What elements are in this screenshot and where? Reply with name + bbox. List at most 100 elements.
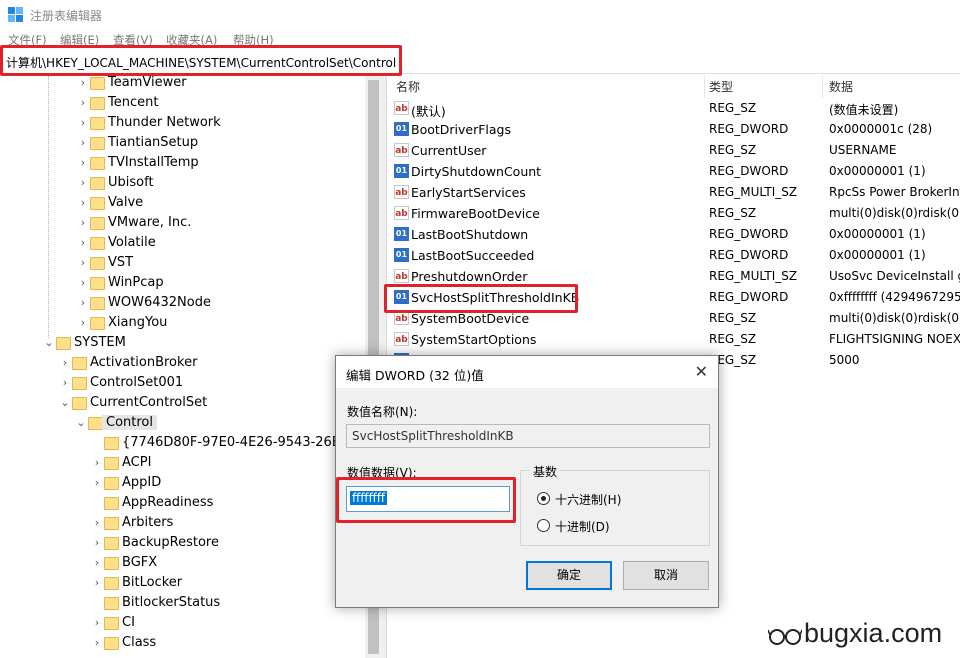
tree-item-label[interactable]: VMware, Inc. [108, 215, 191, 230]
tree-item-label[interactable]: Valve [108, 195, 143, 210]
tree-item-label[interactable]: VST [108, 255, 133, 270]
tree-item[interactable]: › TVInstallTemp [0, 154, 365, 174]
value-name[interactable]: SystemBootDevice [411, 311, 529, 326]
column-header-data[interactable]: 数据 [829, 78, 853, 95]
tree-item-label[interactable]: BitLocker [122, 575, 182, 590]
dialog-title-bar[interactable]: 编辑 DWORD (32 位)值 ✕ [336, 356, 718, 388]
tree-item[interactable]: › ControlSet001 [0, 374, 365, 394]
tree-item[interactable]: › Thunder Network [0, 114, 365, 134]
value-row[interactable]: ab EarlyStartServices REG_MULTI_SZ RpcSs Po… [388, 182, 960, 203]
tree-item-label[interactable]: AppReadiness [122, 495, 213, 510]
tree-item[interactable]: {7746D80F-97E0-4E26-9543-26B41FC [0, 434, 365, 454]
expand-chevron-icon[interactable]: › [78, 136, 88, 149]
tree-item[interactable]: › VST [0, 254, 365, 274]
expand-chevron-icon[interactable]: › [78, 316, 88, 329]
value-row[interactable]: ab CurrentUser REG_SZ USERNAME [388, 140, 960, 161]
expand-chevron-icon[interactable]: › [78, 196, 88, 209]
tree-item[interactable]: › AppID [0, 474, 365, 494]
column-header-name[interactable]: 名称 [396, 78, 420, 95]
collapse-chevron-icon[interactable]: ⌄ [76, 416, 86, 429]
value-row[interactable]: 01 DirtyShutdownCount REG_DWORD 0x00000001 … [388, 161, 960, 182]
tree-item-label[interactable]: TeamViewer [108, 76, 187, 90]
tree-item-label[interactable]: CI [122, 615, 135, 630]
cancel-button[interactable]: 取消 [623, 561, 709, 590]
radio-hex-label[interactable]: 十六进制(H) [555, 491, 621, 508]
tree-item-label[interactable]: WinPcap [108, 275, 164, 290]
tree-item-label[interactable]: Ubisoft [108, 175, 154, 190]
tree-item[interactable]: AppReadiness [0, 494, 365, 514]
tree-item[interactable]: › ActivationBroker [0, 354, 365, 374]
expand-chevron-icon[interactable]: › [78, 276, 88, 289]
value-row[interactable]: ab FirmwareBootDevice REG_SZ multi(0)disk(0… [388, 203, 960, 224]
tree-item[interactable]: ⌄ SYSTEM [0, 334, 365, 354]
expand-chevron-icon[interactable]: › [92, 536, 102, 549]
tree-item[interactable]: › Volatile [0, 234, 365, 254]
expand-chevron-icon[interactable]: › [92, 576, 102, 589]
tree-item-label[interactable]: {7746D80F-97E0-4E26-9543-26B41FC [122, 435, 365, 450]
tree-item[interactable]: › TeamViewer [0, 76, 365, 94]
tree-item[interactable]: › Tencent [0, 94, 365, 114]
value-name[interactable]: LastBootSucceeded [411, 248, 534, 263]
tree-item[interactable]: › BackupRestore [0, 534, 365, 554]
tree-item-label[interactable]: CurrentControlSet [90, 395, 207, 410]
tree-item-label[interactable]: BGFX [122, 555, 157, 570]
value-name[interactable]: LastBootShutdown [411, 227, 528, 242]
tree-item[interactable]: › Ubisoft [0, 174, 365, 194]
expand-chevron-icon[interactable]: › [78, 176, 88, 189]
expand-chevron-icon[interactable]: › [92, 616, 102, 629]
tree-item[interactable]: › VMware, Inc. [0, 214, 365, 234]
value-row[interactable]: 01 LastBootSucceeded REG_DWORD 0x00000001 (… [388, 245, 960, 266]
tree-item-label[interactable]: AppID [122, 475, 161, 490]
tree-item-label[interactable]: XiangYou [108, 315, 167, 330]
expand-chevron-icon[interactable]: › [78, 156, 88, 169]
value-row[interactable]: 01 LastBootShutdown REG_DWORD 0x00000001 (1… [388, 224, 960, 245]
expand-chevron-icon[interactable]: › [92, 476, 102, 489]
value-name[interactable]: EarlyStartServices [411, 185, 526, 200]
value-name[interactable]: SystemStartOptions [411, 332, 536, 347]
tree-item[interactable]: › ACPI [0, 454, 365, 474]
tree-item[interactable]: › WOW6432Node [0, 294, 365, 314]
tree-item-label[interactable]: Arbiters [122, 515, 173, 530]
tree-item-label[interactable]: Volatile [108, 235, 156, 250]
tree-item[interactable]: › XiangYou [0, 314, 365, 334]
tree-item-label[interactable]: Tencent [108, 95, 158, 110]
ok-button[interactable]: 确定 [526, 561, 612, 590]
radio-dec[interactable] [537, 519, 550, 532]
expand-chevron-icon[interactable]: › [60, 376, 70, 389]
tree-item[interactable]: › Valve [0, 194, 365, 214]
tree-item[interactable]: › TiantianSetup [0, 134, 365, 154]
tree-item[interactable]: › CI [0, 614, 365, 634]
column-header-type[interactable]: 类型 [709, 78, 733, 95]
value-name[interactable]: PreshutdownOrder [411, 269, 527, 284]
tree-item[interactable]: › BitLocker [0, 574, 365, 594]
tree-item[interactable]: ⌄ Control [0, 414, 365, 434]
expand-chevron-icon[interactable]: › [78, 256, 88, 269]
radio-dec-label[interactable]: 十进制(D) [555, 518, 610, 535]
tree-item-label[interactable]: ActivationBroker [90, 355, 197, 370]
expand-chevron-icon[interactable]: › [78, 76, 88, 89]
expand-chevron-icon[interactable]: › [78, 116, 88, 129]
value-name[interactable]: FirmwareBootDevice [411, 206, 540, 221]
tree-item-label[interactable]: ACPI [122, 455, 151, 470]
column-separator[interactable] [704, 76, 705, 98]
value-row[interactable]: ab SystemStartOptions REG_SZ FLIGHTSIGNING… [388, 329, 960, 350]
tree-item-label[interactable]: WOW6432Node [108, 295, 211, 310]
tree-item-label[interactable]: TVInstallTemp [108, 155, 199, 170]
radio-hex[interactable] [537, 492, 550, 505]
expand-chevron-icon[interactable]: › [78, 96, 88, 109]
expand-chevron-icon[interactable]: › [92, 456, 102, 469]
value-row[interactable]: 01 BootDriverFlags REG_DWORD 0x0000001c (28… [388, 119, 960, 140]
tree-item[interactable]: › BGFX [0, 554, 365, 574]
tree-item-label[interactable]: BackupRestore [122, 535, 219, 550]
value-name[interactable]: CurrentUser [411, 143, 486, 158]
value-name[interactable]: (默认) [411, 101, 446, 120]
value-name[interactable]: DirtyShutdownCount [411, 164, 541, 179]
collapse-chevron-icon[interactable]: ⌄ [60, 396, 70, 409]
tree-item-label[interactable]: Control [102, 415, 157, 430]
expand-chevron-icon[interactable]: › [92, 636, 102, 649]
column-separator[interactable] [822, 76, 823, 98]
expand-chevron-icon[interactable]: › [92, 556, 102, 569]
close-icon[interactable]: ✕ [695, 362, 708, 381]
tree-item-label[interactable]: SYSTEM [74, 335, 126, 350]
value-row[interactable]: ab (默认) REG_SZ (数值未设置) [388, 98, 960, 119]
